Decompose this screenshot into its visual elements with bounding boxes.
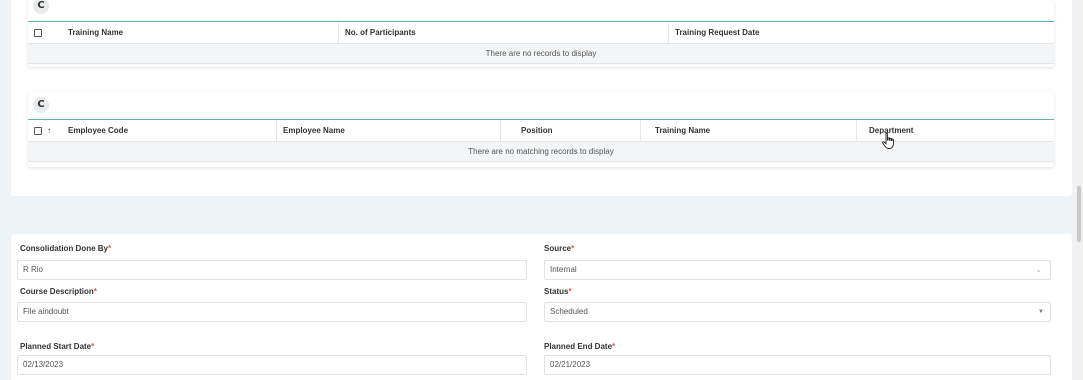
status-label-text: Status	[544, 287, 569, 296]
caret-down-icon[interactable]: ▼	[1038, 303, 1044, 321]
source-label: Source*	[544, 244, 574, 253]
column-employee-name[interactable]: Employee Name	[276, 120, 500, 142]
course-description-label-text: Course Description	[20, 287, 94, 296]
required-marker: *	[93, 287, 97, 296]
source-select[interactable]: Internal ⌄	[544, 260, 1051, 280]
planned-start-date-value: 02/13/2023	[23, 360, 64, 369]
required-marker: *	[571, 244, 575, 253]
planned-end-date-label-text: Planned End Date	[544, 342, 613, 351]
status-select[interactable]: Scheduled ▼	[544, 302, 1051, 322]
sort-arrow-icon[interactable]: ↑	[47, 120, 51, 142]
empty-records-message: There are no records to display	[28, 44, 1054, 64]
column-no-of-participants[interactable]: No. of Participants	[338, 22, 660, 44]
consolidation-done-by-value: R Rio	[23, 265, 44, 274]
hand-pointer-icon	[882, 132, 894, 149]
source-label-text: Source	[544, 244, 572, 253]
planned-end-date-label: Planned End Date*	[544, 342, 615, 351]
column-training-request-date[interactable]: Training Request Date	[668, 22, 1054, 44]
required-marker: *	[612, 342, 616, 351]
planned-start-date-label-text: Planned Start Date	[20, 342, 92, 351]
status-value: Scheduled	[550, 307, 588, 316]
column-position[interactable]: Position	[500, 120, 640, 142]
consolidation-done-by-label: Consolidation Done By*	[20, 244, 111, 253]
training-grid: C Training Name No. of Participants Trai…	[28, 0, 1054, 67]
planned-start-date-label: Planned Start Date*	[20, 342, 94, 351]
planned-end-date-value: 02/21/2023	[550, 360, 591, 369]
employee-grid-toolbar: C	[28, 92, 1054, 120]
required-marker: *	[91, 342, 95, 351]
consolidation-done-by-field[interactable]: R Rio	[17, 260, 527, 280]
course-description-label: Course Description*	[20, 287, 97, 296]
consolidation-form-card: Consolidation Done By* R Rio Course Desc…	[11, 234, 1072, 380]
planned-start-date-field[interactable]: 02/13/2023	[17, 355, 527, 375]
required-marker: *	[108, 244, 112, 253]
source-value: Internal	[550, 265, 577, 274]
required-marker: *	[568, 287, 572, 296]
column-training-name[interactable]: Training Name	[640, 120, 856, 142]
select-all-checkbox[interactable]	[34, 29, 42, 37]
course-description-field[interactable]: File aindoubt	[17, 302, 527, 322]
training-grid-header: Training Name No. of Participants Traini…	[28, 22, 1054, 44]
status-label: Status*	[544, 287, 572, 296]
employee-grid-header: ↑ Employee Code Employee Name Position T…	[28, 120, 1054, 142]
column-training-name[interactable]: Training Name	[62, 22, 344, 44]
training-grid-toolbar: C	[28, 0, 1054, 22]
planned-end-date-field[interactable]: 02/21/2023	[544, 355, 1051, 375]
select-all-checkbox[interactable]	[34, 127, 42, 135]
refresh-icon[interactable]: C	[33, 97, 49, 113]
refresh-icon[interactable]: C	[33, 0, 49, 14]
consolidation-done-by-label-text: Consolidation Done By	[20, 244, 108, 253]
grids-card: C Training Name No. of Participants Trai…	[11, 0, 1072, 196]
scrollbar-thumb[interactable]	[1077, 186, 1081, 242]
column-employee-code[interactable]: Employee Code	[62, 120, 276, 142]
page-scrollbar[interactable]	[1075, 0, 1083, 380]
employee-grid: C ↑ Employee Code Employee Name Position…	[28, 92, 1054, 167]
empty-matching-records-message: There are no matching records to display	[28, 142, 1054, 162]
chevron-down-icon[interactable]: ⌄	[1035, 261, 1042, 279]
course-description-value: File aindoubt	[23, 307, 69, 316]
